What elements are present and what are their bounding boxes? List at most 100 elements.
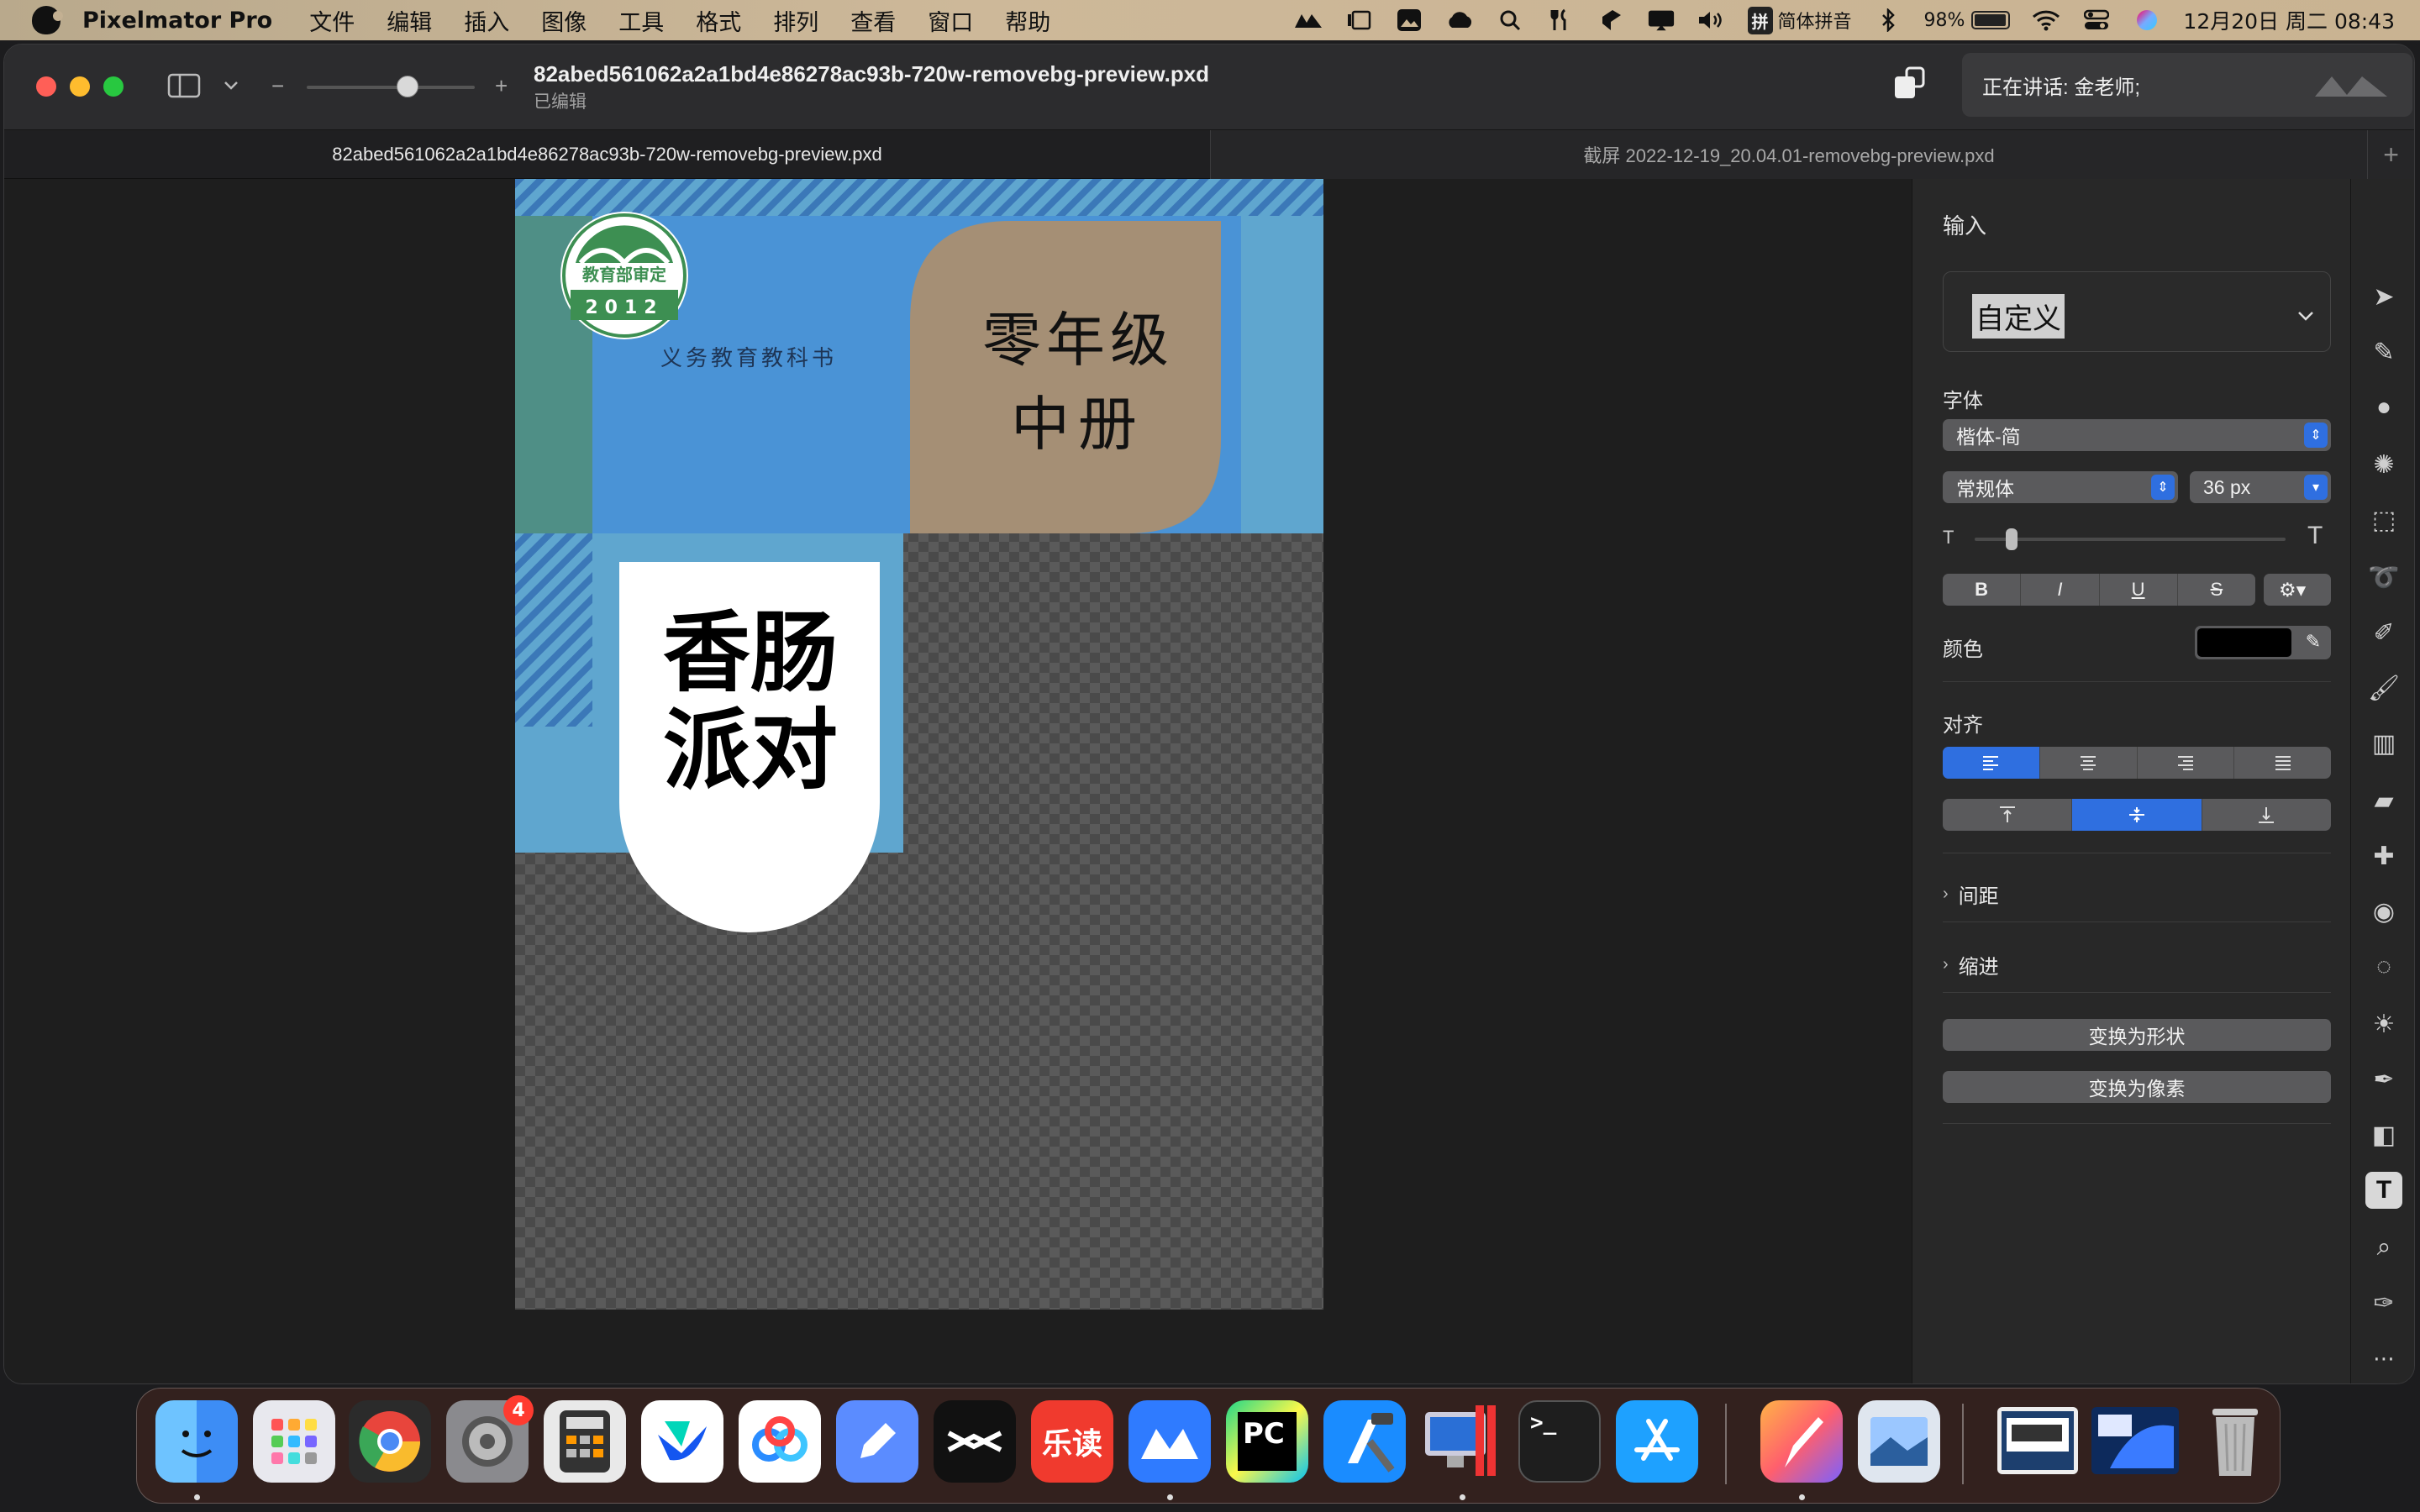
menu-file[interactable]: 文件 bbox=[309, 4, 355, 37]
erase-icon[interactable]: ▰ bbox=[2365, 782, 2402, 819]
align-left-icon[interactable] bbox=[1943, 747, 2040, 779]
dock-lark-icon[interactable] bbox=[641, 1400, 723, 1483]
font-size-field[interactable]: 36 px ▾ bbox=[2190, 471, 2331, 503]
tools-status-icon[interactable] bbox=[1546, 8, 1575, 32]
convert-to-shape-button[interactable]: 变换为形状 bbox=[1943, 1019, 2331, 1051]
font-style-select[interactable]: 常规体 ⇕ bbox=[1943, 471, 2178, 503]
shortcut-status-icon[interactable] bbox=[1597, 8, 1625, 32]
style-tool-icon[interactable]: ✎ bbox=[2365, 333, 2402, 370]
type-tool-icon[interactable]: T bbox=[2365, 1172, 2402, 1209]
dock-preview-icon[interactable] bbox=[1858, 1400, 1940, 1483]
dock-tencent-meeting-icon[interactable] bbox=[1128, 1400, 1211, 1483]
input-method-menu[interactable]: 拼 简体拼音 bbox=[1747, 6, 1852, 34]
bluetooth-icon[interactable] bbox=[1874, 8, 1902, 32]
blur-icon[interactable]: ◌ bbox=[2365, 948, 2402, 985]
dock-launchpad-icon[interactable] bbox=[253, 1400, 335, 1483]
dock-remote-desktop-icon[interactable] bbox=[1421, 1400, 1503, 1483]
cloud-icon[interactable] bbox=[1445, 8, 1474, 32]
tab-document-2[interactable]: 截屏 2022-12-19_20.04.01-removebg-preview.… bbox=[1210, 130, 2368, 179]
menu-format[interactable]: 格式 bbox=[696, 4, 741, 37]
select-rect-icon[interactable]: ⬚ bbox=[2365, 501, 2402, 538]
menu-insert[interactable]: 插入 bbox=[464, 4, 509, 37]
dock-system-settings-icon[interactable]: 4 bbox=[446, 1395, 534, 1483]
text-options-button[interactable]: ⚙▾ bbox=[2264, 574, 2331, 606]
convert-to-pixels-button[interactable]: 变换为像素 bbox=[1943, 1071, 2331, 1103]
dock-pycharm-icon[interactable]: PC bbox=[1226, 1400, 1308, 1483]
repair-icon[interactable]: ✚ bbox=[2365, 837, 2402, 874]
zoom-slider[interactable] bbox=[307, 76, 475, 97]
new-tab-button[interactable]: + bbox=[2367, 130, 2414, 179]
sidebar-toggle-icon[interactable] bbox=[167, 72, 201, 103]
dock-capcut-icon[interactable] bbox=[934, 1400, 1016, 1483]
dock-baidu-netdisk-icon[interactable] bbox=[739, 1400, 821, 1483]
align-justify-icon[interactable] bbox=[2234, 747, 2331, 779]
volume-icon[interactable] bbox=[1697, 8, 1726, 32]
align-right-icon[interactable] bbox=[2138, 747, 2235, 779]
chevron-down-icon[interactable]: ▾ bbox=[2304, 475, 2328, 500]
apple-menu-icon[interactable] bbox=[32, 6, 63, 34]
eyedropper-icon[interactable]: ✎ bbox=[2306, 631, 2321, 653]
dock-xcode-icon[interactable] bbox=[1323, 1400, 1406, 1483]
share-export-icon[interactable] bbox=[1890, 63, 1930, 108]
spotlight-search-icon[interactable] bbox=[1496, 8, 1524, 32]
minimize-window-button[interactable] bbox=[70, 76, 90, 97]
control-center-icon[interactable] bbox=[2082, 8, 2111, 32]
battery-status[interactable]: 98% bbox=[1924, 10, 2011, 31]
zoom-out-icon[interactable]: − bbox=[271, 73, 284, 99]
dock-app-store-icon[interactable] bbox=[1616, 1400, 1698, 1483]
font-family-select[interactable]: 楷体-简 ⇕ bbox=[1943, 419, 2331, 451]
dock-pixelmator-icon[interactable] bbox=[1760, 1400, 1843, 1483]
wifi-icon[interactable] bbox=[2032, 8, 2060, 32]
menu-tools[interactable]: 工具 bbox=[618, 4, 664, 37]
document-canvas[interactable]: 教育部审定 2012 义务教育教科书 零年级 中册 香肠 派对 bbox=[515, 179, 1323, 1310]
tab-document-1[interactable]: 82abed561062a2a1bd4e86278ac93b-720w-remo… bbox=[4, 130, 1210, 179]
lighten-icon[interactable]: ☀ bbox=[2365, 1005, 2402, 1042]
zoom-window-button[interactable] bbox=[103, 76, 124, 97]
color-adjust-icon[interactable]: ● bbox=[2365, 389, 2402, 426]
chevron-down-icon[interactable] bbox=[223, 80, 239, 96]
menu-help[interactable]: 帮助 bbox=[1005, 4, 1050, 37]
dock-chrome-dev-icon[interactable] bbox=[349, 1400, 431, 1483]
more-icon[interactable]: ⋯ bbox=[2365, 1340, 2402, 1377]
dock-ledu-icon[interactable]: 乐读 bbox=[1031, 1400, 1113, 1483]
dock-finder-icon[interactable] bbox=[155, 1400, 238, 1483]
indent-disclosure[interactable]: › 缩进 bbox=[1943, 950, 1999, 979]
align-bottom-icon[interactable] bbox=[2202, 799, 2331, 831]
eyedropper-icon[interactable]: ✑ bbox=[2365, 1284, 2402, 1321]
fill-icon[interactable]: ▥ bbox=[2365, 725, 2402, 762]
italic-button[interactable]: I bbox=[2021, 574, 2100, 606]
app-menu[interactable]: Pixelmator Pro bbox=[82, 8, 272, 34]
effects-icon[interactable]: ✺ bbox=[2365, 446, 2402, 483]
dock-screenshot-thumb-b[interactable] bbox=[2091, 1407, 2179, 1474]
pen-icon[interactable]: ✒ bbox=[2365, 1061, 2402, 1098]
dock-screenshot-thumb-a[interactable] bbox=[1997, 1407, 2078, 1474]
quick-select-icon[interactable]: ✐ bbox=[2365, 614, 2402, 651]
zoom-in-icon[interactable]: + bbox=[495, 73, 508, 99]
image-viewer-icon[interactable] bbox=[1395, 8, 1423, 32]
paint-icon[interactable]: 🖌 bbox=[2365, 669, 2402, 706]
align-middle-icon[interactable] bbox=[2072, 799, 2202, 831]
font-size-slider-knob[interactable] bbox=[2006, 528, 2018, 550]
chevron-down-icon[interactable] bbox=[2296, 304, 2315, 328]
screen-mirror-icon[interactable] bbox=[1647, 8, 1676, 32]
lasso-icon[interactable]: ➰ bbox=[2365, 559, 2402, 596]
retouch-icon[interactable]: ◉ bbox=[2365, 893, 2402, 930]
siri-icon[interactable] bbox=[2133, 8, 2161, 32]
zoom-icon[interactable]: ⌕ bbox=[2365, 1229, 2402, 1266]
shapes-icon[interactable]: ◧ bbox=[2365, 1116, 2402, 1153]
underline-button[interactable]: U bbox=[2100, 574, 2178, 606]
bold-button[interactable]: B bbox=[1943, 574, 2022, 606]
close-window-button[interactable] bbox=[36, 76, 56, 97]
menu-window[interactable]: 窗口 bbox=[928, 4, 973, 37]
align-center-icon[interactable] bbox=[2040, 747, 2138, 779]
dock-calculator-icon[interactable] bbox=[544, 1400, 626, 1483]
spacing-disclosure[interactable]: › 间距 bbox=[1943, 879, 1999, 909]
strikethrough-button[interactable]: S bbox=[2178, 574, 2255, 606]
align-top-icon[interactable] bbox=[1943, 799, 2073, 831]
meeting-status-icon[interactable] bbox=[1294, 8, 1323, 32]
menu-image[interactable]: 图像 bbox=[541, 4, 587, 37]
stage-manager-icon[interactable] bbox=[1344, 8, 1373, 32]
menu-arrange[interactable]: 排列 bbox=[773, 4, 818, 37]
menu-edit[interactable]: 编辑 bbox=[387, 4, 432, 37]
dock-trash-icon[interactable] bbox=[2194, 1400, 2276, 1483]
